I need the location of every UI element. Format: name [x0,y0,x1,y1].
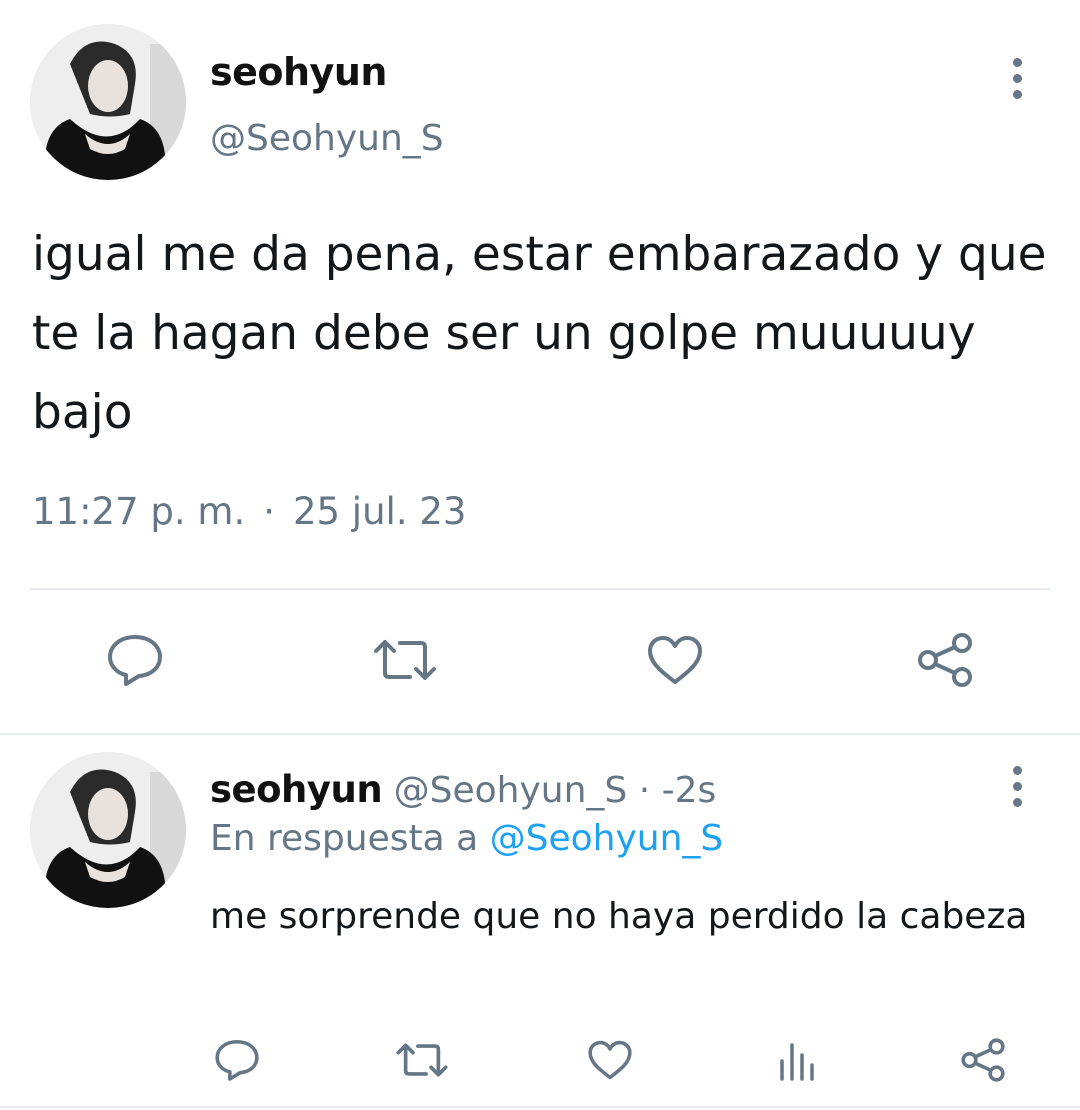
reply-to-prefix: En respuesta a [210,818,479,859]
reply-reply-button[interactable] [210,1035,264,1085]
reply-separator: · [638,770,651,811]
reply-share-button[interactable] [956,1034,1010,1086]
analytics-icon [780,1043,814,1081]
divider [30,588,1050,590]
like-icon [648,636,702,684]
reply-author-handle[interactable]: @Seohyun_S [394,770,628,811]
reply-analytics-button[interactable] [770,1038,824,1084]
reply-header: seohyun @Seohyun_S · -2s [210,768,716,811]
tweet-timestamp: 11:27 p. m. · 25 jul. 23 [32,490,466,533]
avatar-photo [30,24,186,180]
share-button[interactable] [910,628,980,692]
tweet-date: 25 jul. 23 [292,490,467,533]
reply-to-mention[interactable]: @Seohyun_S [490,818,724,859]
share-icon [918,633,972,687]
like-button[interactable] [640,630,710,690]
reply-more-options-icon[interactable] [1005,766,1029,816]
like-icon [588,1040,632,1080]
author-handle[interactable]: @Seohyun_S [210,118,444,159]
reply-author-name[interactable]: seohyun [210,768,383,811]
divider [0,1106,1080,1108]
more-options-icon[interactable] [1005,58,1029,108]
tweet-text: igual me da pena, estar embarazado y que… [32,227,1047,440]
reply-icon [215,1039,259,1081]
reply-like-button[interactable] [583,1036,637,1084]
reply-icon [108,635,162,686]
reply-button[interactable] [100,630,170,690]
meta-separator: · [263,490,275,533]
retweet-icon [374,640,436,680]
avatar[interactable] [30,24,186,180]
reply-age: -2s [661,770,717,811]
reply-retweet-button[interactable] [392,1037,452,1083]
author-name[interactable]: seohyun [210,50,387,94]
avatar-photo [30,752,186,908]
tweet-time: 11:27 p. m. [32,490,246,533]
reply-avatar[interactable] [30,752,186,908]
share-icon [961,1038,1005,1082]
retweet-icon [396,1043,448,1077]
in-reply-to: En respuesta a @Seohyun_S [210,818,723,859]
reply-text: me sorprende que no haya perdido la cabe… [210,896,1028,937]
divider [0,733,1080,735]
retweet-button[interactable] [368,630,442,690]
